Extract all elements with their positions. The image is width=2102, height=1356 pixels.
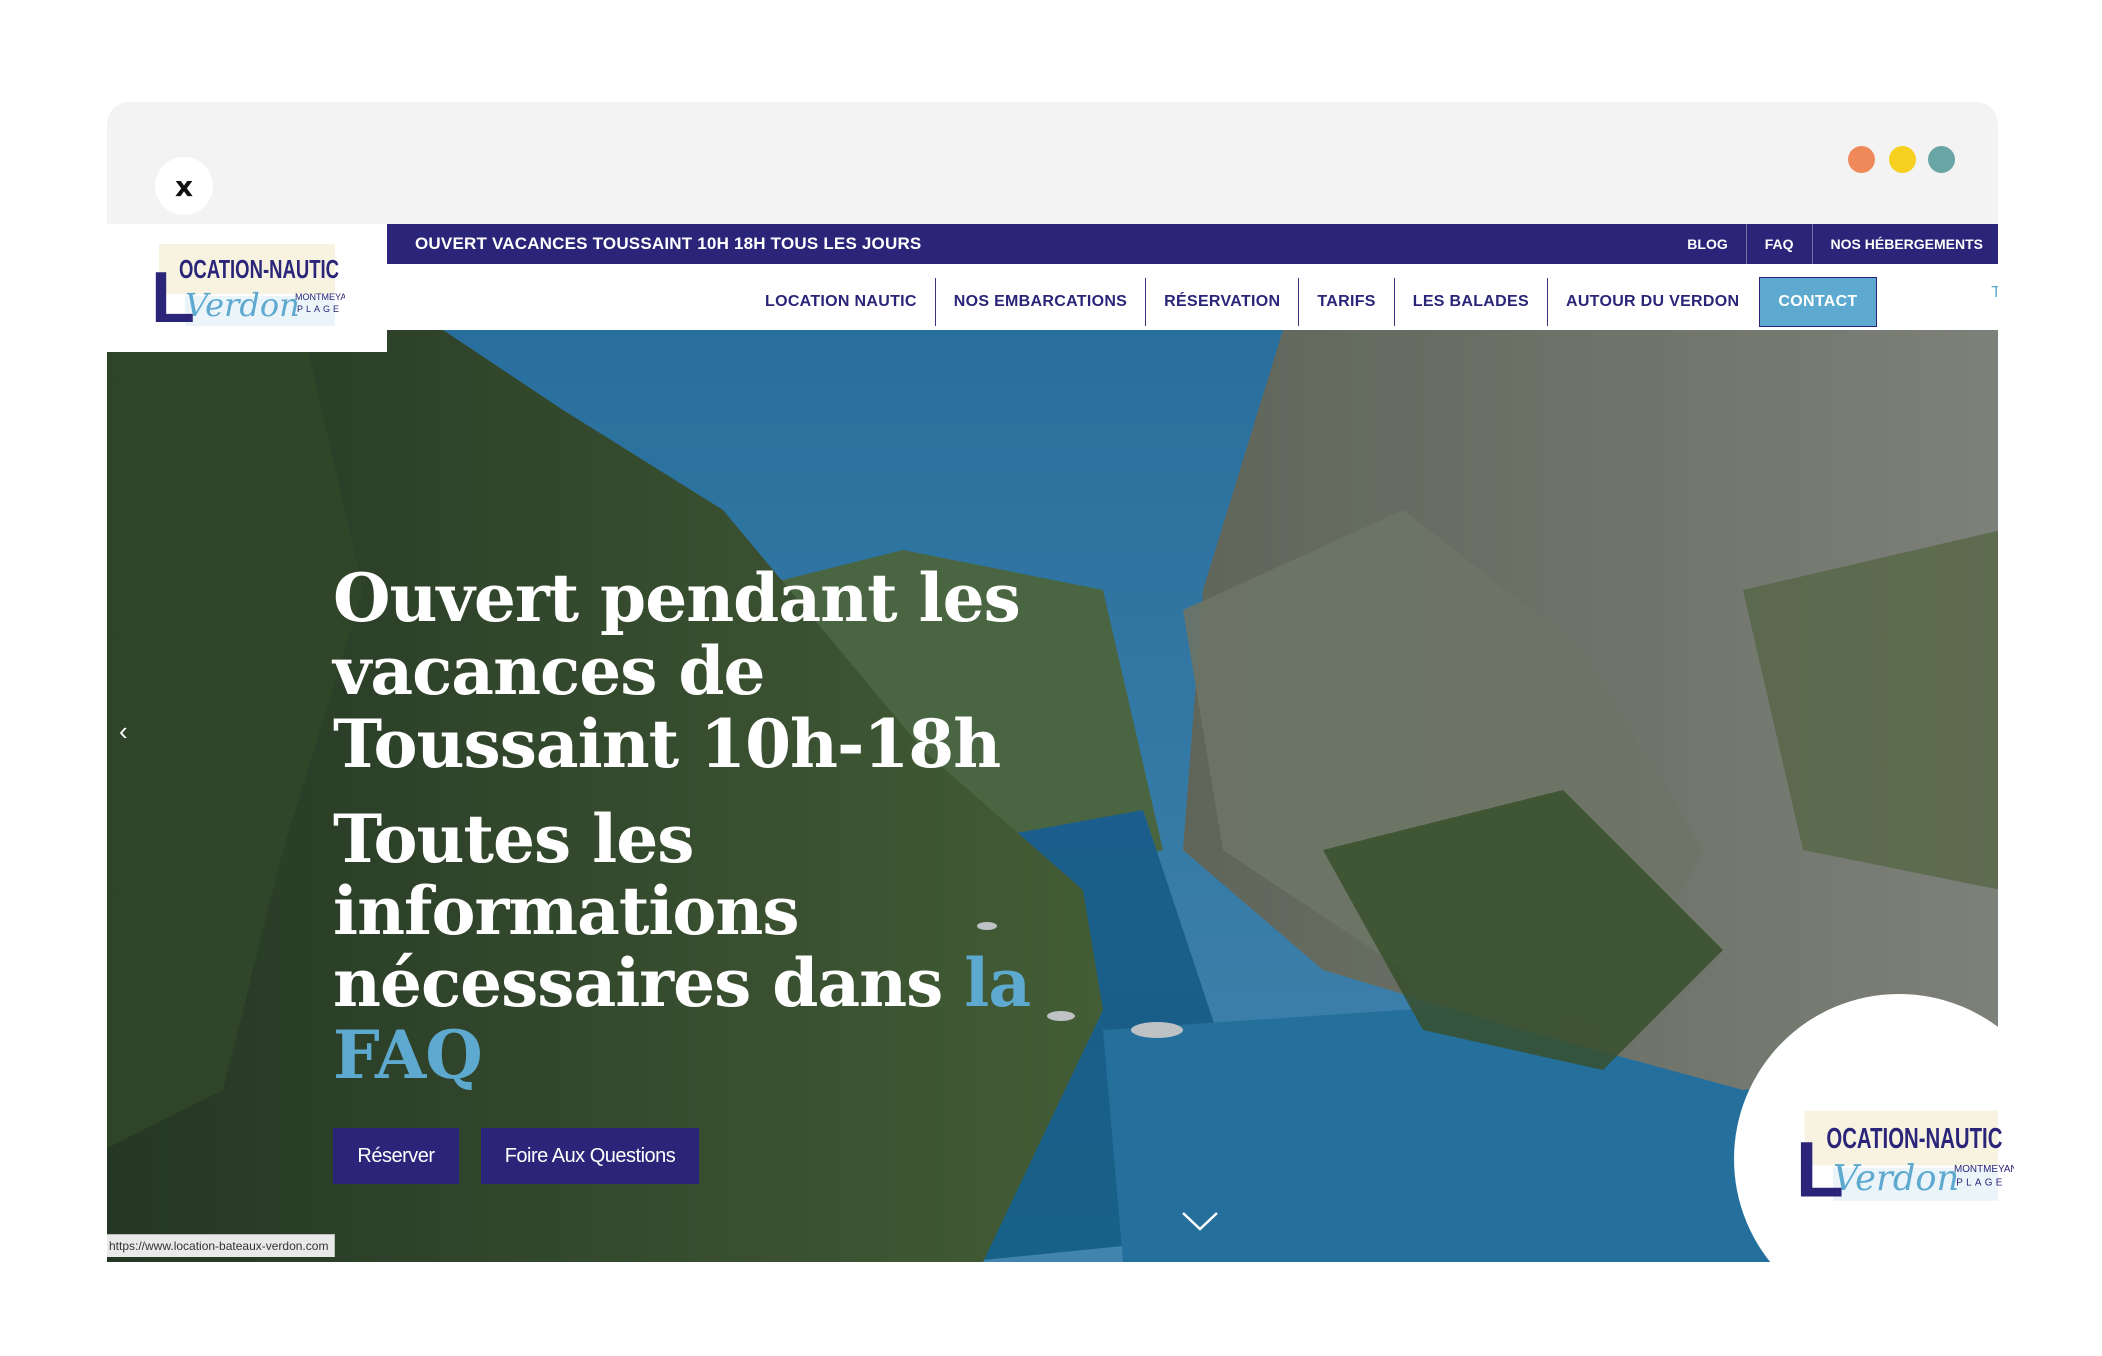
- logo-badge: L OCATION-NAUTIC Verdon MONTMEYAN PLAGE: [1734, 994, 2064, 1324]
- logo-graphic: L OCATION-NAUTIC Verdon MONTMEYAN PLAGE: [151, 244, 345, 338]
- top-link-faq[interactable]: FAQ: [1745, 224, 1812, 264]
- hero-overlay: [107, 330, 1998, 1262]
- hero-banner: ‹ Ouvert pendant les vacances de Toussai…: [107, 330, 1998, 1262]
- nav-overflow-text: T: [1991, 284, 1998, 301]
- top-links: BLOG FAQ NOS HÉBERGEMENTS: [1669, 224, 1998, 264]
- badge-logo-line-1: OCATION-NAUTIC: [1826, 1123, 2002, 1155]
- browser-window: x OUVERT VACANCES TOUSSAINT 10H 18H TOUS…: [107, 102, 1998, 1262]
- announcement-bar: OUVERT VACANCES TOUSSAINT 10H 18H TOUS L…: [387, 224, 1998, 264]
- top-link-blog[interactable]: BLOG: [1669, 224, 1745, 264]
- nav-les-balades[interactable]: LES BALADES: [1393, 278, 1547, 326]
- close-icon[interactable]: x: [175, 170, 193, 203]
- nav-tarifs[interactable]: TARIFS: [1298, 278, 1393, 326]
- badge-logo-script: Verdon: [1833, 1158, 1959, 1199]
- logo-script: Verdon: [185, 286, 300, 324]
- window-dot-teal: [1928, 146, 1955, 173]
- slider-prev-icon[interactable]: ‹: [119, 716, 128, 747]
- website: OUVERT VACANCES TOUSSAINT 10H 18H TOUS L…: [107, 224, 1998, 1262]
- logo-small-1: MONTMEYAN: [295, 292, 345, 302]
- nav-reservation[interactable]: RÉSERVATION: [1145, 278, 1298, 326]
- window-dot-yellow: [1889, 146, 1916, 173]
- hero-subheading: Toutes les informations nécessaires dans…: [333, 803, 1053, 1091]
- close-button[interactable]: x: [155, 157, 213, 215]
- nav-contact-button[interactable]: CONTACT: [1759, 277, 1877, 327]
- nav-autour-du-verdon[interactable]: AUTOUR DU VERDON: [1546, 278, 1757, 326]
- logo-small-2: PLAGE: [297, 304, 342, 314]
- top-link-hebergements[interactable]: NOS HÉBERGEMENTS: [1811, 224, 1998, 264]
- hero-subheading-text: Toutes les informations nécessaires dans: [333, 800, 965, 1022]
- nav-location-nautic[interactable]: LOCATION NAUTIC: [747, 278, 935, 326]
- logo-line-1: OCATION-NAUTIC: [179, 254, 339, 284]
- status-bar-url: https://www.location-bateaux-verdon.com: [107, 1234, 336, 1257]
- nav-nos-embarcations[interactable]: NOS EMBARCATIONS: [934, 278, 1145, 326]
- hero-heading: Ouvert pendant les vacances de Toussaint…: [333, 559, 1021, 783]
- badge-logo-small-1: MONTMEYAN: [1954, 1164, 2014, 1175]
- window-dot-orange: [1848, 146, 1875, 173]
- scroll-down-icon[interactable]: [1181, 1210, 1219, 1232]
- main-navigation: LOCATION NAUTIC NOS EMBARCATIONS RÉSERVA…: [387, 264, 1998, 330]
- site-logo[interactable]: L OCATION-NAUTIC Verdon MONTMEYAN PLAGE: [107, 224, 387, 352]
- badge-logo-small-2: PLAGE: [1956, 1177, 2006, 1188]
- announcement-text: OUVERT VACANCES TOUSSAINT 10H 18H TOUS L…: [415, 234, 922, 253]
- faq-button[interactable]: Foire Aux Questions: [481, 1128, 699, 1184]
- reserve-button[interactable]: Réserver: [333, 1128, 459, 1184]
- badge-logo-graphic: L OCATION-NAUTIC Verdon MONTMEYAN PLAGE: [1796, 1110, 2014, 1213]
- nav-items: LOCATION NAUTIC NOS EMBARCATIONS RÉSERVA…: [747, 277, 1877, 327]
